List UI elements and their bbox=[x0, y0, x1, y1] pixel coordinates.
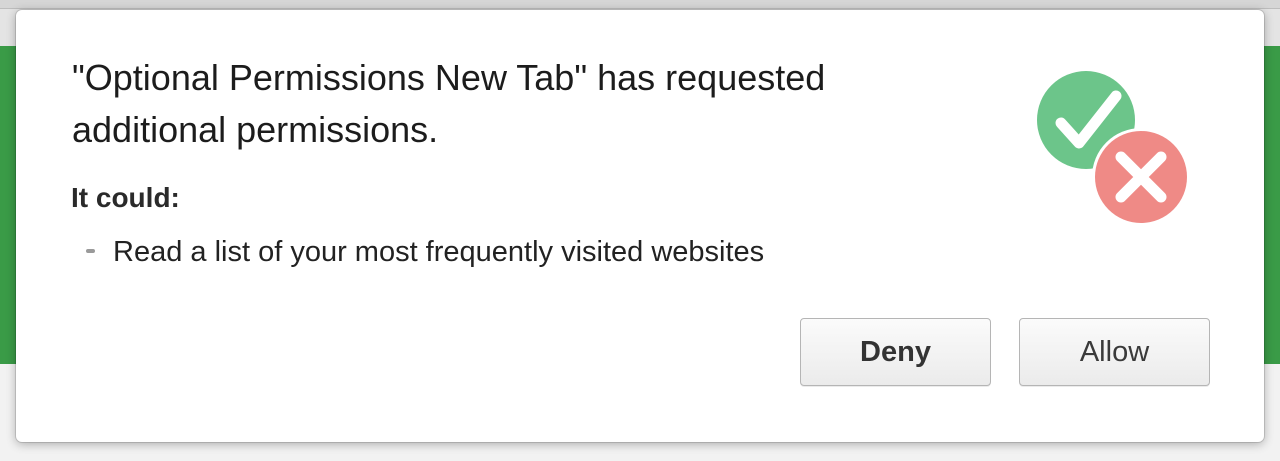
allow-button[interactable]: Allow bbox=[1019, 318, 1210, 386]
permissions-dialog: "Optional Permissions New Tab" has reque… bbox=[16, 10, 1264, 442]
permission-allow-deny-icon bbox=[1037, 71, 1190, 226]
bullet-icon bbox=[86, 249, 95, 253]
permissions-subheading: It could: bbox=[71, 182, 180, 213]
permissions-list: Read a list of your most frequently visi… bbox=[86, 232, 764, 272]
permission-item-text: Read a list of your most frequently visi… bbox=[113, 236, 765, 268]
permission-item: Read a list of your most frequently visi… bbox=[86, 232, 764, 272]
dialog-title: "Optional Permissions New Tab" has reque… bbox=[72, 57, 826, 150]
deny-button[interactable]: Deny bbox=[800, 318, 991, 386]
browser-toolbar-edge bbox=[0, 0, 1280, 9]
